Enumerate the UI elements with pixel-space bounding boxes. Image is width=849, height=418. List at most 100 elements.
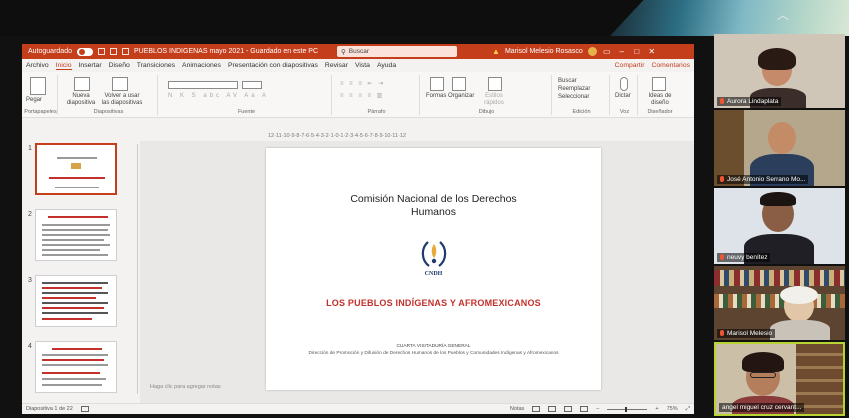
reuse-slides-button[interactable]: Volver a usar las diapositivas — [100, 93, 144, 107]
powerpoint-window: Autoguardado PUEBLOS INDIGENAS mayo 2021… — [22, 44, 694, 414]
replace-button[interactable]: Reemplazar — [558, 86, 590, 93]
slide-sorter-icon[interactable] — [548, 406, 557, 412]
notes-placeholder[interactable]: Haga clic para agregar notas — [150, 384, 221, 390]
close-button[interactable]: ✕ — [647, 47, 657, 56]
microphone-icon[interactable] — [620, 77, 628, 91]
find-button[interactable]: Buscar — [558, 78, 577, 85]
normal-view-icon[interactable] — [532, 406, 541, 412]
tab-archivo[interactable]: Archivo — [26, 62, 49, 69]
participant-tile-active-speaker[interactable]: angel miguel cruz cervant... — [714, 342, 845, 416]
slideshow-icon[interactable] — [580, 406, 589, 412]
slide-title: LOS PUEBLOS INDÍGENAS Y AFROMEXICANOS — [326, 298, 541, 308]
participant-name-text: angel miguel cruz cervant... — [722, 404, 802, 411]
clipboard-group-label: Portapapeles — [24, 109, 57, 115]
mic-muted-icon — [720, 176, 724, 183]
editing-group: Buscar Reemplazar Seleccionar Edición — [554, 75, 610, 115]
drawing-group: Formas Organizar Estilos rápidos Dibujo — [422, 75, 552, 115]
thumb-line — [52, 348, 102, 350]
tab-diseno[interactable]: Diseño — [109, 62, 130, 69]
share-button[interactable]: Compartir — [615, 62, 645, 69]
zoom-out-icon[interactable]: – — [596, 406, 599, 412]
new-slide-button[interactable]: Nueva diapositiva — [64, 93, 98, 107]
redo-icon[interactable] — [121, 48, 129, 55]
chevron-up-icon[interactable]: ︿ — [772, 6, 794, 22]
participant-hair — [742, 352, 784, 372]
arrange-icon[interactable] — [452, 77, 466, 91]
fit-slide-icon[interactable]: ⤢ — [686, 406, 690, 413]
accessibility-icon[interactable] — [80, 406, 89, 412]
reuse-slides-icon[interactable] — [112, 77, 128, 91]
participant-name: José Antonio Serrano Mo... — [717, 175, 809, 184]
tab-revisar[interactable]: Revisar — [325, 62, 348, 69]
reading-view-icon[interactable] — [564, 406, 573, 412]
participant-body — [770, 320, 830, 340]
shapes-icon[interactable] — [430, 77, 444, 91]
thumb-line — [42, 297, 96, 299]
font-name-box[interactable] — [168, 81, 238, 89]
tab-presentacion[interactable]: Presentación con diapositivas — [228, 62, 318, 69]
zoom-slider[interactable] — [607, 406, 648, 412]
minimize-button[interactable]: – — [617, 47, 627, 56]
paste-icon[interactable] — [30, 77, 46, 95]
tab-vista[interactable]: Vista — [355, 62, 370, 69]
designer-group-label: Diseñador — [647, 109, 673, 115]
slide-thumbnails-pane: 1 2 3 4 — [22, 141, 122, 403]
thumb-line — [42, 372, 100, 374]
font-size-box[interactable] — [242, 81, 262, 89]
participant-tile[interactable]: Aurora Lindaplata — [714, 34, 845, 108]
tab-transiciones[interactable]: Transiciones — [137, 62, 175, 69]
undo-icon[interactable] — [109, 48, 117, 55]
quick-styles-button[interactable]: Estilos rápidos — [480, 93, 508, 107]
drawing-group-label: Dibujo — [478, 109, 495, 115]
user-name: Marisol Melesio Rosasco — [504, 48, 583, 55]
font-format-buttons[interactable]: N K S abc AV Aa A — [168, 93, 269, 100]
tab-ayuda[interactable]: Ayuda — [377, 62, 396, 69]
thumb-line — [42, 307, 104, 309]
thumb-line — [42, 312, 108, 314]
tab-animaciones[interactable]: Animaciones — [182, 62, 221, 69]
save-icon[interactable] — [97, 48, 105, 55]
slide-thumbnail-4[interactable] — [35, 341, 117, 393]
search-box[interactable]: ⚲ Buscar — [337, 46, 458, 57]
comments-button[interactable]: Comentarios — [651, 62, 690, 69]
quick-styles-icon[interactable] — [488, 77, 502, 91]
maximize-button[interactable]: □ — [632, 47, 642, 56]
thumb-line — [42, 378, 106, 380]
design-ideas-button[interactable]: Ideas de diseño — [644, 93, 676, 107]
design-ideas-icon[interactable] — [652, 77, 666, 91]
select-button[interactable]: Seleccionar — [558, 94, 589, 101]
participant-hair — [760, 192, 796, 206]
participant-tile[interactable]: neuvy benítez — [714, 188, 845, 264]
new-slide-icon[interactable] — [74, 77, 90, 91]
participant-name-text: neuvy benítez — [727, 254, 768, 261]
list-buttons[interactable]: ≡ ≡ ≡ ⇤ ⇥ — [340, 81, 385, 88]
participant-tile[interactable]: Marisol Melesio — [714, 266, 845, 340]
participant-tile[interactable]: José Antonio Serrano Mo... — [714, 110, 845, 186]
slide-org-line1: Comisión Nacional de los Derechos — [350, 193, 517, 205]
align-buttons[interactable]: ≡ ≡ ≡ ≡ ▥ — [340, 93, 384, 100]
ribbon-display-icon[interactable]: ▭ — [602, 47, 612, 56]
thumb-line — [42, 359, 104, 361]
slide-thumbnail-3[interactable] — [35, 275, 117, 327]
current-slide[interactable]: Comisión Nacional de los Derechos Humano… — [266, 148, 601, 390]
user-avatar[interactable] — [587, 47, 597, 56]
paste-button[interactable]: Pegar — [26, 97, 42, 104]
thumb-line — [42, 354, 108, 356]
thumb-line — [55, 187, 99, 188]
slide-counter: Diapositiva 1 de 22 — [26, 406, 73, 412]
autosave-toggle[interactable] — [76, 47, 93, 56]
tab-inicio[interactable]: Inicio — [55, 62, 72, 70]
notes-button[interactable]: Notas — [510, 406, 524, 412]
desktop-top-strip: ︿ — [0, 0, 849, 36]
zoom-in-icon[interactable]: + — [655, 406, 658, 412]
tab-insertar[interactable]: Insertar — [79, 62, 102, 69]
slide-thumbnail-2[interactable] — [35, 209, 117, 261]
zoom-level[interactable]: 75% — [667, 406, 678, 412]
font-group-label: Fuente — [237, 109, 256, 115]
dictate-button[interactable]: Dictar — [615, 93, 631, 100]
clipboard-group: Pegar Portapapeles — [24, 75, 58, 115]
slide-directorate: Dirección de Promoción y Difusión de Der… — [308, 351, 559, 356]
slide-thumbnail-1[interactable] — [35, 143, 117, 195]
thumbnail-number: 3 — [28, 277, 32, 284]
shapes-arrange-label[interactable]: Formas Organizar — [426, 93, 474, 100]
